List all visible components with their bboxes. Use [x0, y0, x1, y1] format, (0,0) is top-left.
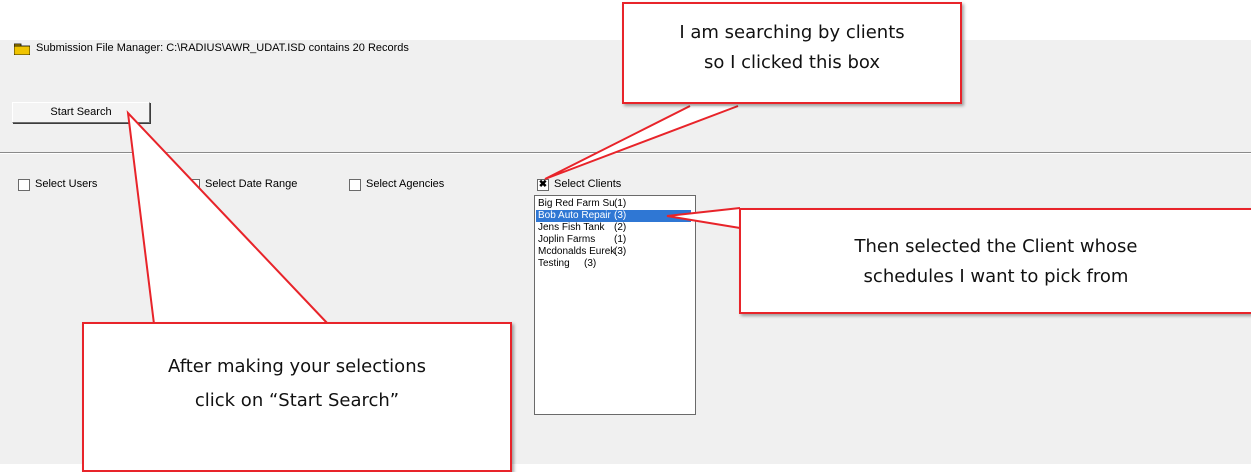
select-users-label: Select Users	[35, 178, 98, 190]
select-date-range-label: Select Date Range	[205, 178, 298, 190]
folder-icon	[14, 43, 30, 55]
list-item-selected[interactable]: Bob Auto Repair (3)	[536, 210, 691, 222]
select-clients-label: Select Clients	[554, 178, 622, 190]
select-users-checkbox[interactable]	[18, 179, 30, 191]
callout-text-line: I am searching by clients	[679, 22, 905, 43]
select-agencies-checkbox[interactable]	[349, 179, 361, 191]
callout-text-line: so I clicked this box	[703, 52, 881, 73]
window-title: Submission File Manager: C:\RADIUS\AWR_U…	[36, 42, 409, 54]
list-item[interactable]: Joplin Farms (1)	[536, 234, 691, 246]
callout-text-line: click on “Start Search”	[194, 390, 400, 411]
callout-selected-client: Then selected the Client whose schedules…	[739, 208, 1251, 314]
select-clients-checkbox[interactable]: ✖	[537, 179, 549, 191]
list-item[interactable]: Jens Fish Tank (2)	[536, 222, 691, 234]
list-item[interactable]: Mcdonalds Eurek (3)	[536, 246, 691, 258]
callout-text-line: Then selected the Client whose	[854, 236, 1138, 257]
checkmark-icon: ✖	[538, 179, 548, 190]
start-search-button[interactable]: Start Search	[12, 102, 150, 123]
callout-text-line: After making your selections	[168, 356, 426, 377]
list-item[interactable]: Big Red Farm Su (1)	[536, 198, 691, 210]
select-agencies-label: Select Agencies	[366, 178, 445, 190]
callout-start-search: After making your selections click on “S…	[82, 322, 512, 472]
select-date-range-checkbox[interactable]	[188, 179, 200, 191]
list-item[interactable]: Testing (3)	[536, 258, 691, 270]
callout-text-line: schedules I want to pick from	[863, 266, 1129, 287]
callout-clients-box: I am searching by clients so I clicked t…	[622, 2, 962, 104]
divider	[0, 152, 1251, 154]
clients-listbox[interactable]: Big Red Farm Su (1) Bob Auto Repair (3) …	[534, 195, 696, 415]
